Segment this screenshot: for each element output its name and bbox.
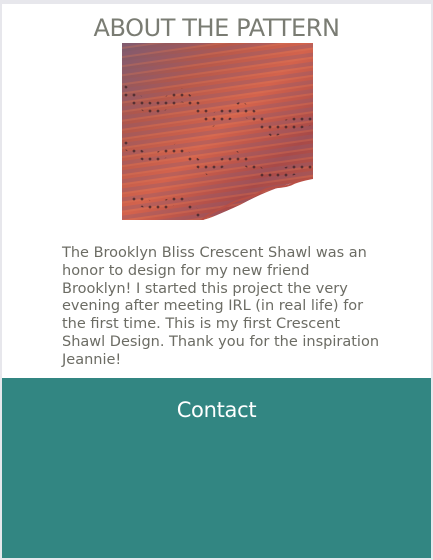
about-heading: ABOUT THE PATTERN [93, 14, 340, 42]
contact-heading: Contact [176, 398, 257, 422]
pattern-description: The Brooklyn Bliss Crescent Shawl was an… [62, 245, 380, 368]
page-frame: ABOUT THE PATTERN The Brooklyn Bliss Cre… [2, 4, 431, 558]
contact-section: Contact [2, 378, 431, 558]
shawl-photo [122, 43, 313, 220]
